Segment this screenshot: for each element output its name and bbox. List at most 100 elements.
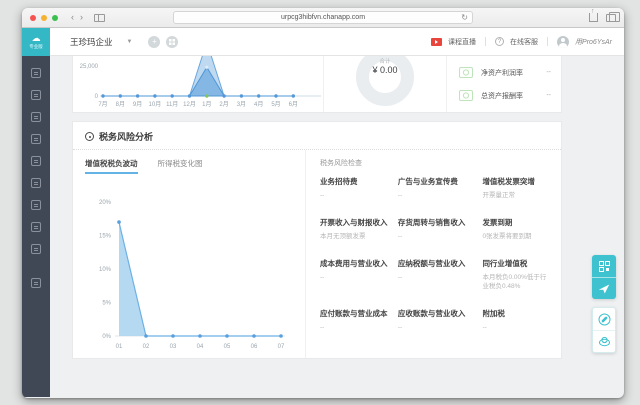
risk-item[interactable]: 发票到期 0张发票将要到期	[482, 217, 549, 242]
apps-grid-button[interactable]	[166, 35, 179, 48]
document-icon[interactable]	[31, 222, 41, 232]
zoom-window-button[interactable]	[52, 14, 58, 21]
tax-bureau-icon[interactable]	[31, 178, 41, 188]
back-icon[interactable]: ‹	[68, 13, 77, 22]
risk-item-sub: --	[397, 324, 403, 331]
briefcase-icon[interactable]	[31, 134, 41, 144]
svg-text:8月: 8月	[116, 101, 125, 108]
online-support-link[interactable]: 在线客服	[510, 37, 538, 47]
floating-actions	[592, 255, 616, 353]
grid-icon	[169, 38, 176, 45]
risk-item-sub: --	[397, 192, 403, 199]
calendar-icon[interactable]	[31, 156, 41, 166]
risk-item[interactable]: 增值税发票突增 开票量正常	[482, 176, 549, 201]
chevron-down-icon[interactable]: ▼	[127, 39, 133, 45]
svg-text:01: 01	[116, 344, 123, 350]
settings-icon[interactable]	[31, 244, 41, 254]
metric-row[interactable]: 总资产报酬率 --	[459, 89, 551, 103]
live-video-icon[interactable]	[431, 37, 443, 46]
risk-item[interactable]: 应收账款与营业收入 --	[398, 308, 475, 333]
svg-text:10月: 10月	[149, 101, 162, 108]
svg-text:5%: 5%	[102, 301, 111, 307]
metric-row[interactable]: 净资产利润率 --	[459, 66, 551, 80]
risk-item-sub: 0张发票将要到期	[482, 232, 532, 240]
risk-item[interactable]: 开票收入与财报收入 本月无顶额发票	[320, 217, 390, 242]
risk-chart-pane: 增值税税负波动 所得税变化图 20% 15% 10% 5% 0% 01 02 03 04 05 06 0…	[73, 150, 305, 358]
course-live-link[interactable]: 课程直播	[448, 37, 476, 47]
svg-text:25,000: 25,000	[80, 64, 99, 70]
phone-support-button[interactable]	[593, 308, 615, 330]
dashboard-icon[interactable]	[31, 68, 41, 78]
risk-item[interactable]: 同行业增值税本月税负0.00%低于行业税负0.48%	[482, 258, 549, 293]
risk-item-title: 同行业增值税	[482, 258, 528, 268]
service-robot-button[interactable]	[593, 330, 615, 352]
svg-text:5月: 5月	[271, 101, 280, 108]
svg-text:06: 06	[251, 344, 258, 350]
svg-text:0%: 0%	[102, 334, 111, 340]
left-nav-rail: ☁ 专业版	[22, 28, 50, 397]
donut-total-value: ¥ 0.00	[372, 65, 398, 75]
forward-icon[interactable]: ›	[77, 13, 86, 22]
risk-item-sub: 本月税负0.00%低于行业税负0.48%	[482, 273, 547, 291]
svg-text:12月: 12月	[183, 101, 196, 108]
feedback-button[interactable]	[592, 277, 616, 299]
add-company-button[interactable]: +	[148, 35, 161, 48]
show-tabs-icon[interactable]	[606, 11, 620, 22]
address-bar[interactable]: urpcg3hibfvn.chanapp.com ↻	[173, 11, 473, 24]
risk-item[interactable]: 应付账款与营业成本 --	[320, 308, 390, 333]
phone-icon	[598, 313, 610, 325]
app-logo[interactable]: ☁ 专业版	[22, 28, 50, 56]
risk-item[interactable]: 存货周转与销售收入 --	[398, 217, 475, 242]
total-donut-chart: 合计 ¥ 0.00	[324, 56, 446, 112]
svg-text:03: 03	[170, 344, 177, 350]
sidebar-toggle-icon[interactable]	[94, 13, 105, 22]
risk-item-sub: --	[320, 192, 325, 199]
svg-text:1月: 1月	[202, 101, 211, 108]
username-label[interactable]: 用Pro6YsAr	[575, 37, 612, 47]
risk-item-title: 应纳税额与营业收入	[397, 258, 466, 268]
training-icon[interactable]	[31, 278, 41, 288]
url-text: urpcg3hibfvn.chanapp.com	[280, 14, 366, 21]
risk-item-sub: 开票量正常	[482, 192, 515, 199]
svg-text:11月: 11月	[166, 101, 178, 108]
svg-text:6月: 6月	[289, 101, 298, 108]
printer-icon[interactable]	[31, 200, 41, 210]
svg-text:0: 0	[95, 94, 99, 100]
risk-item-title: 应收账款与营业收入	[397, 309, 466, 318]
invoice-icon[interactable]	[31, 90, 41, 100]
help-icon[interactable]: ?	[495, 37, 505, 46]
risk-check-grid: 业务招待费 -- 广告与业务宣传费 -- 增值税发票突增 开票量正常开票收入与财报收入 本月…	[320, 176, 549, 333]
net-asset-profit-rate-icon	[459, 66, 473, 78]
risk-item[interactable]: 附加税 --	[482, 308, 549, 333]
risk-item-sub: --	[320, 273, 325, 281]
company-selector[interactable]: 王珍玛企业	[70, 36, 113, 48]
risk-check-title: 税务风险检查	[320, 160, 362, 167]
share-icon[interactable]	[589, 8, 598, 22]
reload-icon[interactable]: ↻	[461, 13, 468, 22]
metric-value: --	[546, 69, 551, 76]
risk-item[interactable]: 成本费用与营业收入 --	[320, 258, 390, 293]
avatar[interactable]	[557, 35, 570, 48]
svg-text:04: 04	[197, 344, 204, 350]
tab-vat-burden[interactable]: 增值税税负波动	[85, 158, 138, 174]
svg-text:2月: 2月	[219, 101, 228, 108]
svg-text:10%: 10%	[99, 267, 112, 273]
close-window-button[interactable]	[30, 14, 36, 21]
tab-income-tax[interactable]: 所得税变化图	[158, 158, 203, 174]
risk-item[interactable]: 业务招待费 --	[320, 176, 390, 201]
risk-item-sub: --	[482, 324, 487, 331]
section-title: 税务风险分析	[99, 132, 154, 142]
browser-window: ‹ › urpcg3hibfvn.chanapp.com ↻ ☁ 专业版 王珍玛…	[22, 8, 624, 398]
risk-item[interactable]: 广告与业务宣传费 --	[398, 176, 475, 201]
risk-item[interactable]: 应纳税额与营业收入 --	[398, 258, 475, 293]
qr-code-icon	[598, 260, 610, 272]
risk-item-sub: --	[320, 324, 325, 331]
donut-label: 合计	[379, 59, 391, 65]
minimize-window-button[interactable]	[41, 14, 47, 21]
svg-text:4月: 4月	[254, 101, 263, 108]
logo-edition-label: 专业版	[29, 44, 43, 49]
report-chart-icon[interactable]	[31, 112, 41, 122]
risk-tabs: 增值税税负波动 所得税变化图	[85, 158, 305, 174]
app-header: 王珍玛企业 ▼ + 课程直播 ? 在线客服 用Pro6YsAr	[50, 28, 624, 56]
qr-code-button[interactable]	[592, 255, 616, 277]
